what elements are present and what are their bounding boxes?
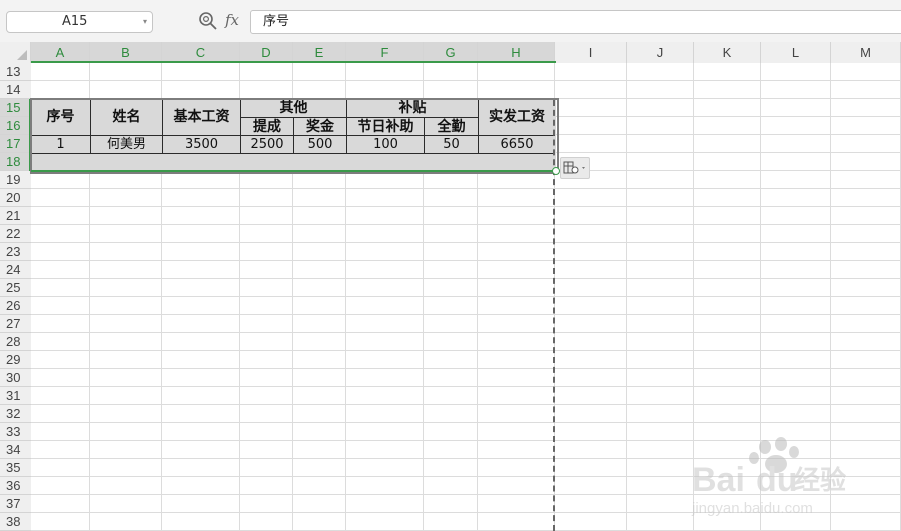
grid-row-line: [31, 206, 901, 207]
grid-row-line: [31, 314, 901, 315]
row-header-28[interactable]: 28: [0, 333, 31, 351]
column-header-h[interactable]: H: [478, 42, 555, 63]
row-header-16[interactable]: 16: [0, 117, 31, 135]
paste-options-icon: [563, 161, 585, 174]
grid-row-line: [31, 422, 901, 423]
chevron-down-icon[interactable]: ▾: [143, 12, 147, 32]
column-header-k[interactable]: K: [694, 42, 761, 63]
row-header-32[interactable]: 32: [0, 405, 31, 423]
row-header-21[interactable]: 21: [0, 207, 31, 225]
row-header-37[interactable]: 37: [0, 495, 31, 513]
name-box[interactable]: A15 ▾: [6, 11, 153, 33]
grid-row-line: [31, 242, 901, 243]
row-header-25[interactable]: 25: [0, 279, 31, 297]
grid-row-line: [31, 404, 901, 405]
watermark-brand: Bai: [692, 461, 745, 499]
column-header-m[interactable]: M: [831, 42, 901, 63]
grid-row-line: [31, 332, 901, 333]
row-header-19[interactable]: 19: [0, 171, 31, 189]
grid-row-line: [31, 296, 901, 297]
row-header-18[interactable]: 18: [0, 153, 31, 171]
fill-handle[interactable]: [552, 167, 560, 175]
select-all-corner[interactable]: [0, 42, 31, 63]
row-header-17[interactable]: 17: [0, 135, 31, 153]
column-header-b[interactable]: B: [90, 42, 162, 63]
column-header-d[interactable]: D: [240, 42, 293, 63]
grid-row-line: [31, 80, 901, 81]
row-header-20[interactable]: 20: [0, 189, 31, 207]
row-header-13[interactable]: 13: [0, 63, 31, 81]
column-header-e[interactable]: E: [293, 42, 346, 63]
grid-row-line: [31, 188, 901, 189]
zoom-icon[interactable]: [198, 11, 218, 31]
column-header-f[interactable]: F: [346, 42, 424, 63]
selection-border: [30, 98, 559, 174]
paste-options-button[interactable]: [560, 157, 590, 179]
row-header-22[interactable]: 22: [0, 225, 31, 243]
row-header-33[interactable]: 33: [0, 423, 31, 441]
row-header-38[interactable]: 38: [0, 513, 31, 531]
row-header-35[interactable]: 35: [0, 459, 31, 477]
watermark-product: 经验: [794, 465, 846, 496]
watermark-url: jingyan.baidu.com: [691, 500, 813, 517]
grid-row-line: [31, 350, 901, 351]
grid-row-line: [31, 224, 901, 225]
name-box-value: A15: [62, 14, 88, 29]
column-header-g[interactable]: G: [424, 42, 478, 63]
fx-icon[interactable]: fx: [225, 11, 239, 29]
row-header-15[interactable]: 15: [0, 99, 31, 117]
copy-marquee: [553, 100, 555, 531]
column-header-a[interactable]: A: [31, 42, 90, 63]
watermark-suffix: du: [756, 461, 798, 499]
baidu-jingyan-watermark: Bai du 经验 jingyan.baidu.com: [691, 437, 846, 517]
row-header-30[interactable]: 30: [0, 369, 31, 387]
grid-row-line: [31, 386, 901, 387]
row-header-23[interactable]: 23: [0, 243, 31, 261]
row-header-36[interactable]: 36: [0, 477, 31, 495]
row-header-34[interactable]: 34: [0, 441, 31, 459]
formula-input[interactable]: 序号: [250, 10, 901, 34]
grid-row-line: [31, 278, 901, 279]
column-header-j[interactable]: J: [627, 42, 694, 63]
grid-row-line: [31, 260, 901, 261]
selection-bottom-edge: [31, 170, 556, 172]
row-header-14[interactable]: 14: [0, 81, 31, 99]
row-header-31[interactable]: 31: [0, 387, 31, 405]
row-header-24[interactable]: 24: [0, 261, 31, 279]
formula-bar: A15 ▾ fx 序号: [0, 0, 901, 43]
row-header-29[interactable]: 29: [0, 351, 31, 369]
row-header-26[interactable]: 26: [0, 297, 31, 315]
column-header-l[interactable]: L: [761, 42, 831, 63]
corner-triangle-icon: [17, 50, 27, 60]
column-header-i[interactable]: I: [555, 42, 627, 63]
grid-row-line: [31, 368, 901, 369]
row-header-27[interactable]: 27: [0, 315, 31, 333]
column-header-c[interactable]: C: [162, 42, 240, 63]
